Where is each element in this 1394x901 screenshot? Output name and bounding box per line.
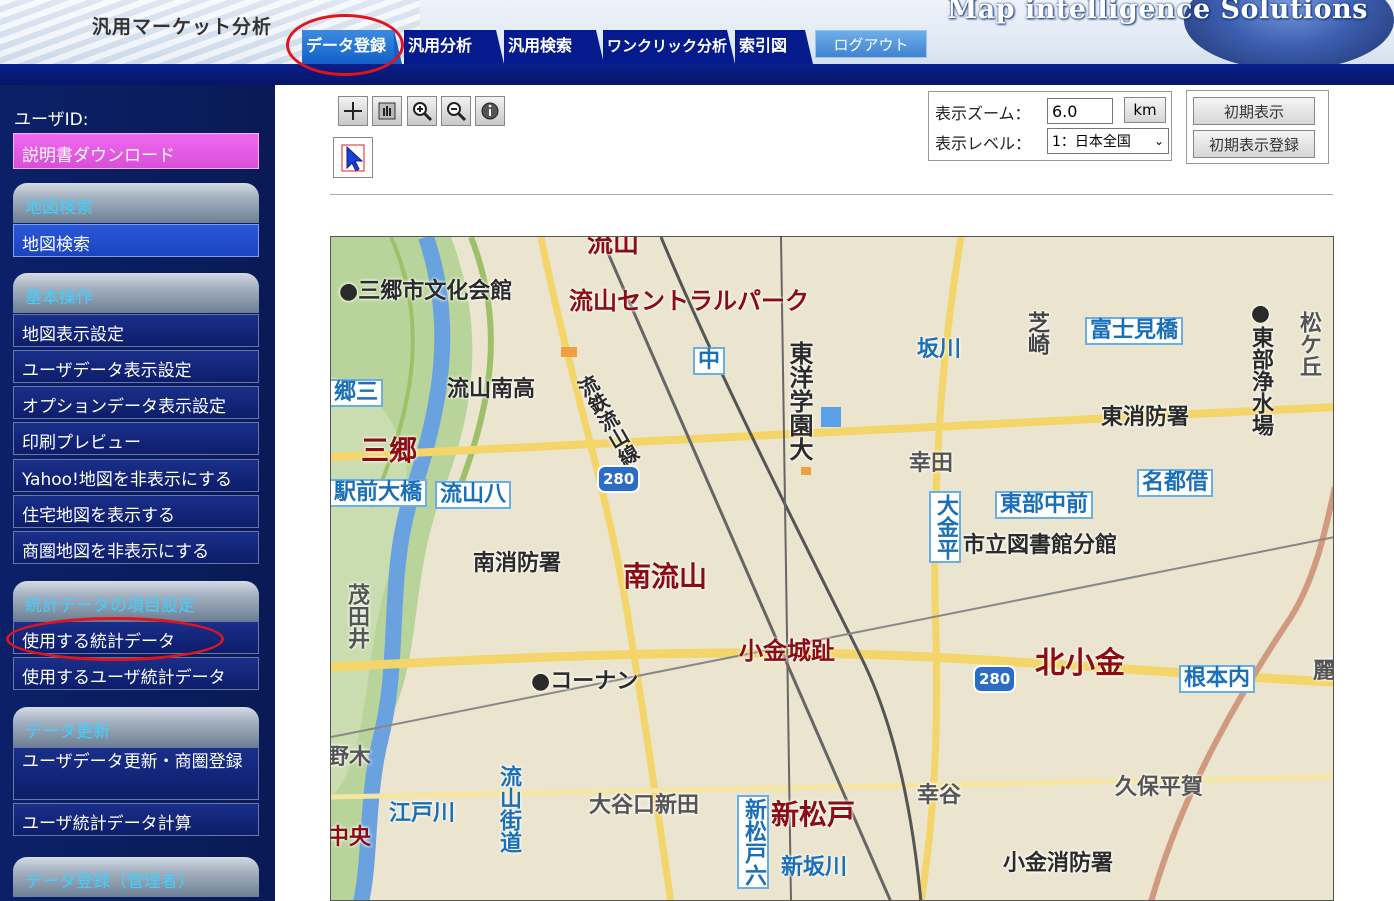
map-label-koganejoshi: 小金城趾 — [739, 637, 835, 665]
map-label-nemotouchi: 根本内 — [1179, 665, 1256, 693]
tab-index-map[interactable]: 索引図 — [735, 30, 813, 64]
map-label-ekimae-ohashi: 駅前大橋 — [331, 479, 428, 507]
zoom-panel: 表示ズーム： km 表示レベル： 1：日本全国 ⌄ — [928, 91, 1172, 161]
map-label-nadokaru: 名都借 — [1137, 469, 1214, 497]
info-icon[interactable] — [475, 96, 505, 126]
tab-label: データ登録 — [306, 36, 387, 55]
map-label-naka: 中 — [693, 347, 726, 375]
sidebar-item-user-data-update[interactable]: ユーザデータ更新・商圏登録 — [13, 747, 259, 800]
level-label: 表示レベル： — [935, 134, 1032, 153]
map-label-kubohiraga: 久保平賀 — [1115, 775, 1204, 800]
tab-general-search[interactable]: 汎用検索 — [504, 30, 604, 64]
map-label-edogawa: 江戸川 — [389, 801, 456, 826]
sidebar-item-map-search[interactable]: 地図検索 — [13, 224, 259, 257]
route-280-shield: 280 — [597, 465, 641, 493]
map-label-shinmatsudo: 新松戸 — [771, 798, 856, 831]
section-data-update[interactable]: データ更新 — [13, 707, 259, 747]
initial-view-register-button[interactable]: 初期表示登録 — [1193, 130, 1315, 158]
map-label-tobu-nakamae: 東部中前 — [995, 491, 1094, 519]
map-label-minami-fire: 南消防署 — [473, 551, 562, 576]
map-label-okanehira: 大金平 — [929, 491, 961, 563]
zoom-input[interactable] — [1047, 98, 1113, 124]
level-select[interactable]: 1：日本全国 ⌄ — [1047, 128, 1169, 154]
map-label-goumisato: 郷三 — [331, 379, 384, 407]
sidebar-item-stats-data[interactable]: 使用する統計データ — [13, 621, 259, 654]
initial-view-button[interactable]: 初期表示 — [1193, 97, 1315, 125]
map-view[interactable]: 流山 ●三郷市文化会館 流山セントラルパーク 中 東洋学園大 坂川 芝崎 富士見… — [330, 236, 1334, 901]
zoom-in-icon[interactable] — [407, 96, 437, 126]
section-data-register-admin[interactable]: データ登録（管理者） — [13, 857, 259, 897]
map-label-nagareyama-minami-high: 流山南高 — [447, 377, 536, 402]
map-label-central-park: 流山セントラルパーク — [569, 287, 809, 315]
tab-general-analysis[interactable]: 汎用分析 — [404, 30, 504, 64]
km-button[interactable]: km — [1124, 97, 1166, 123]
header-bar — [0, 64, 1394, 85]
map-label-higashi-fire: 東消防署 — [1101, 405, 1190, 430]
section-basic-ops[interactable]: 基本操作 — [13, 273, 259, 313]
logout-button[interactable]: ログアウト — [815, 30, 927, 58]
brand-logo: Map intelligence Solutions — [947, 0, 1368, 25]
map-label-kogane-fire: 小金消防署 — [1003, 851, 1114, 876]
sidebar-item-user-data-display[interactable]: ユーザデータ表示設定 — [13, 350, 259, 383]
map-label-misato-bunka: ●三郷市文化会館 — [339, 279, 513, 304]
tab-label: 汎用分析 — [408, 36, 473, 55]
map-label-chuou: 中央 — [330, 825, 372, 850]
map-label-shiba: 芝崎 — [1024, 311, 1049, 355]
crosshair-tool-icon[interactable] — [338, 96, 368, 126]
sidebar-item-show-housing-map[interactable]: 住宅地図を表示する — [13, 495, 259, 528]
map-label-reizan: 麗 — [1313, 659, 1334, 684]
sidebar-item-user-stats-data[interactable]: 使用するユーザ統計データ — [13, 657, 259, 690]
route-280-shield-b: 280 — [973, 665, 1017, 693]
map-label-library: 市立図書館分館 — [963, 533, 1118, 558]
chevron-down-icon: ⌄ — [1153, 134, 1164, 148]
map-label-saiwaiya: 幸谷 — [917, 783, 962, 808]
tab-label: 汎用検索 — [508, 36, 573, 55]
tab-data-register[interactable]: データ登録 — [302, 30, 402, 64]
map-label-matsugaoka: 松ケ丘 — [1296, 311, 1321, 377]
map-label-misato-station: 三郷 — [361, 434, 418, 467]
level-select-value: 1：日本全国 — [1052, 134, 1131, 150]
sidebar-item-map-display-settings[interactable]: 地図表示設定 — [13, 314, 259, 347]
map-label-minami-nagareyama: 南流山 — [623, 560, 708, 593]
map-label-fujimibashi: 富士見橋 — [1085, 317, 1184, 345]
manual-download-button[interactable]: 説明書ダウンロード — [13, 133, 259, 169]
map-label-kohnan: ●コーナン — [531, 669, 639, 694]
sidebar: ユーザID: 説明書ダウンロード 地図検索 地図検索 基本操作 地図表示設定 ユ… — [0, 85, 275, 901]
zoom-label: 表示ズーム： — [935, 104, 1031, 123]
map-label-nagareyama: 流山 — [587, 236, 640, 259]
app-header: 汎用マーケット分析 Map intelligence Solutions データ… — [0, 0, 1394, 85]
tab-label: 索引図 — [739, 36, 788, 55]
map-label-nagareyama8: 流山八 — [435, 481, 512, 509]
map-label-shinsakagawa: 新坂川 — [781, 855, 848, 880]
map-label-toyo-gakuen: 東洋学園大 — [785, 341, 813, 461]
section-map-search[interactable]: 地図検索 — [13, 183, 259, 223]
map-label-shigeta: 茂田井 — [344, 583, 369, 649]
sidebar-item-option-data-display[interactable]: オプションデータ表示設定 — [13, 386, 259, 419]
map-label-sakagawa: 坂川 — [917, 337, 962, 362]
sidebar-item-print-preview[interactable]: 印刷プレビュー — [13, 422, 259, 455]
app-title: 汎用マーケット分析 — [92, 16, 273, 38]
map-label-east-water: ●東部浄水場 — [1248, 301, 1273, 436]
map-label-saita: 幸田 — [909, 451, 954, 476]
userid-label: ユーザID: — [14, 110, 89, 130]
zoom-out-icon[interactable] — [441, 96, 471, 126]
divider — [330, 194, 1333, 195]
tab-label: ワンクリック分析 — [607, 37, 728, 55]
sidebar-item-hide-trade-area-map[interactable]: 商圏地図を非表示にする — [13, 531, 259, 564]
initial-view-panel: 初期表示 初期表示登録 — [1186, 90, 1329, 164]
map-label-kita-kogane: 北小金 — [1035, 646, 1125, 681]
sidebar-item-user-stats-calc[interactable]: ユーザ統計データ計算 — [13, 803, 259, 836]
map-label-oyaguchi-shinden: 大谷口新田 — [589, 793, 700, 818]
section-stats-settings[interactable]: 統計データの項目設定 — [13, 581, 259, 621]
tab-one-click-analysis[interactable]: ワンクリック分析 — [603, 30, 735, 64]
map-label-nagareyama-kaido: 流山街道 — [496, 765, 521, 853]
map-label-shinmatsudo-roku: 新松戸六 — [737, 795, 769, 889]
select-pointer-icon[interactable] — [333, 137, 373, 178]
pan-hand-icon[interactable] — [372, 96, 402, 126]
map-label-nomoku: 野木 — [330, 745, 372, 770]
sidebar-item-hide-yahoo-map[interactable]: Yahoo!地図を非表示にする — [13, 459, 259, 492]
